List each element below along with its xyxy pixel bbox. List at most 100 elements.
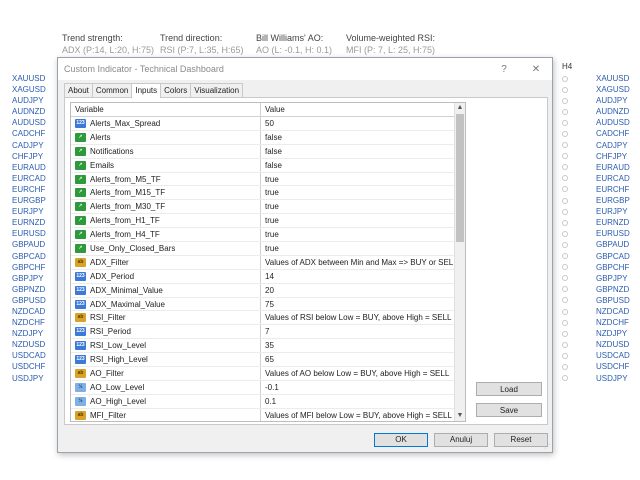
table-row[interactable]: ↗ Alerts_from_H4_TF true: [71, 228, 465, 243]
symbol-item[interactable]: EURCAD: [596, 173, 630, 184]
symbol-item[interactable]: CADJPY: [12, 140, 46, 151]
tab-visualization[interactable]: Visualization: [190, 83, 244, 97]
table-row[interactable]: ↗ Alerts_from_M15_TF true: [71, 186, 465, 201]
symbol-item[interactable]: USDCHF: [596, 361, 630, 372]
value-cell[interactable]: Values of RSI below Low = BUY, above Hig…: [261, 311, 453, 324]
symbol-item[interactable]: GBPNZD: [596, 284, 630, 295]
symbol-item[interactable]: USDCAD: [596, 350, 630, 361]
symbol-item[interactable]: XAGUSD: [12, 84, 46, 95]
ok-button[interactable]: OK: [374, 433, 428, 447]
symbol-item[interactable]: EURNZD: [12, 217, 46, 228]
table-row[interactable]: ↗ Alerts false: [71, 130, 465, 145]
symbol-item[interactable]: CHFJPY: [12, 151, 46, 162]
symbol-item[interactable]: USDJPY: [596, 373, 630, 384]
table-row[interactable]: ab AO_Filter Values of AO below Low = BUY,…: [71, 367, 465, 381]
symbol-item[interactable]: EURGBP: [12, 195, 46, 206]
table-row[interactable]: 123 RSI_Period 7: [71, 325, 465, 340]
table-row[interactable]: 123 ADX_Minimal_Value 20: [71, 283, 465, 298]
symbol-item[interactable]: AUDNZD: [596, 106, 630, 117]
value-cell[interactable]: 50: [261, 117, 453, 130]
table-row[interactable]: ½ AO_Low_Level -0.1: [71, 380, 465, 395]
symbol-item[interactable]: GBPCAD: [596, 251, 630, 262]
value-cell[interactable]: 14: [261, 270, 453, 283]
table-row[interactable]: ab RSI_Filter Values of RSI below Low = BU…: [71, 311, 465, 326]
symbol-item[interactable]: AUDJPY: [12, 95, 46, 106]
value-cell[interactable]: true: [261, 228, 453, 241]
cancel-button[interactable]: Anuluj: [434, 433, 488, 447]
table-row[interactable]: ↗ Alerts_from_M5_TF true: [71, 172, 465, 187]
symbol-item[interactable]: AUDUSD: [12, 117, 46, 128]
value-cell[interactable]: 7: [261, 325, 453, 338]
symbol-item[interactable]: NZDUSD: [12, 339, 46, 350]
symbol-item[interactable]: CHFJPY: [596, 151, 630, 162]
table-row[interactable]: 123 ADX_Maximal_Value 75: [71, 297, 465, 312]
symbol-item[interactable]: EURJPY: [12, 206, 46, 217]
save-button[interactable]: Save: [476, 403, 542, 417]
value-cell[interactable]: Values of ADX between Min and Max => BUY…: [261, 256, 453, 269]
symbol-item[interactable]: CADCHF: [12, 128, 46, 139]
symbol-item[interactable]: GBPAUD: [596, 239, 630, 250]
symbol-item[interactable]: AUDUSD: [596, 117, 630, 128]
value-cell[interactable]: false: [261, 145, 453, 158]
symbol-item[interactable]: USDCAD: [12, 350, 46, 361]
symbol-item[interactable]: EURCHF: [596, 184, 630, 195]
value-cell[interactable]: false: [261, 159, 453, 172]
table-row[interactable]: ab ADX_Filter Values of ADX between Min an…: [71, 255, 465, 270]
symbol-item[interactable]: NZDJPY: [12, 328, 46, 339]
scroll-thumb[interactable]: [456, 114, 464, 242]
symbol-item[interactable]: EURCAD: [12, 173, 46, 184]
symbol-item[interactable]: NZDCAD: [12, 306, 46, 317]
symbol-item[interactable]: GBPCHF: [596, 262, 630, 273]
symbol-item[interactable]: GBPCHF: [12, 262, 46, 273]
column-header-variable[interactable]: Variable: [71, 103, 261, 116]
value-cell[interactable]: Values of MFI below Low = BUY, above Hig…: [261, 409, 453, 421]
symbol-item[interactable]: XAUUSD: [12, 73, 46, 84]
symbol-item[interactable]: EURUSD: [12, 228, 46, 239]
symbol-item[interactable]: CADCHF: [596, 128, 630, 139]
value-cell[interactable]: true: [261, 173, 453, 186]
value-cell[interactable]: -0.1: [261, 381, 453, 394]
symbol-item[interactable]: GBPUSD: [12, 295, 46, 306]
table-row[interactable]: ½ AO_High_Level 0.1: [71, 394, 465, 409]
symbol-item[interactable]: AUDJPY: [596, 95, 630, 106]
reset-button[interactable]: Reset: [494, 433, 548, 447]
table-row[interactable]: ↗ Alerts_from_M30_TF true: [71, 200, 465, 215]
symbol-item[interactable]: XAGUSD: [596, 84, 630, 95]
symbol-item[interactable]: NZDCHF: [596, 317, 630, 328]
dialog-titlebar[interactable]: Custom Indicator - Technical Dashboard ?…: [58, 58, 552, 80]
symbol-item[interactable]: EURUSD: [596, 228, 630, 239]
value-cell[interactable]: false: [261, 131, 453, 144]
table-row[interactable]: ↗ Emails false: [71, 158, 465, 173]
symbol-item[interactable]: NZDUSD: [596, 339, 630, 350]
value-cell[interactable]: true: [261, 214, 453, 227]
symbol-item[interactable]: EURNZD: [596, 217, 630, 228]
symbol-item[interactable]: NZDJPY: [596, 328, 630, 339]
value-cell[interactable]: true: [261, 200, 453, 213]
value-cell[interactable]: 0.1: [261, 395, 453, 408]
table-row[interactable]: 123 Alerts_Max_Spread 50: [71, 117, 465, 131]
symbol-item[interactable]: AUDNZD: [12, 106, 46, 117]
symbol-item[interactable]: GBPUSD: [596, 295, 630, 306]
table-row[interactable]: 123 ADX_Period 14: [71, 269, 465, 284]
symbol-item[interactable]: CADJPY: [596, 140, 630, 151]
table-row[interactable]: ↗ Use_Only_Closed_Bars true: [71, 242, 465, 256]
symbol-item[interactable]: EURGBP: [596, 195, 630, 206]
symbol-item[interactable]: XAUUSD: [596, 73, 630, 84]
scroll-down-icon[interactable]: ▼: [455, 411, 465, 421]
grid-scrollbar[interactable]: ▲ ▼: [454, 103, 465, 421]
close-button[interactable]: ✕: [520, 58, 552, 80]
table-row[interactable]: 123 RSI_Low_Level 35: [71, 339, 465, 354]
table-row[interactable]: ab MFI_Filter Values of MFI below Low = BU…: [71, 408, 465, 421]
value-cell[interactable]: 75: [261, 298, 453, 311]
table-row[interactable]: 123 RSI_High_Level 65: [71, 353, 465, 368]
value-cell[interactable]: 35: [261, 339, 453, 352]
value-cell[interactable]: 20: [261, 284, 453, 297]
symbol-item[interactable]: GBPAUD: [12, 239, 46, 250]
symbol-item[interactable]: EURCHF: [12, 184, 46, 195]
symbol-item[interactable]: EURJPY: [596, 206, 630, 217]
symbol-item[interactable]: GBPCAD: [12, 251, 46, 262]
table-row[interactable]: ↗ Notifications false: [71, 144, 465, 159]
load-button[interactable]: Load: [476, 382, 542, 396]
symbol-item[interactable]: USDJPY: [12, 373, 46, 384]
column-header-value[interactable]: Value: [261, 103, 453, 116]
